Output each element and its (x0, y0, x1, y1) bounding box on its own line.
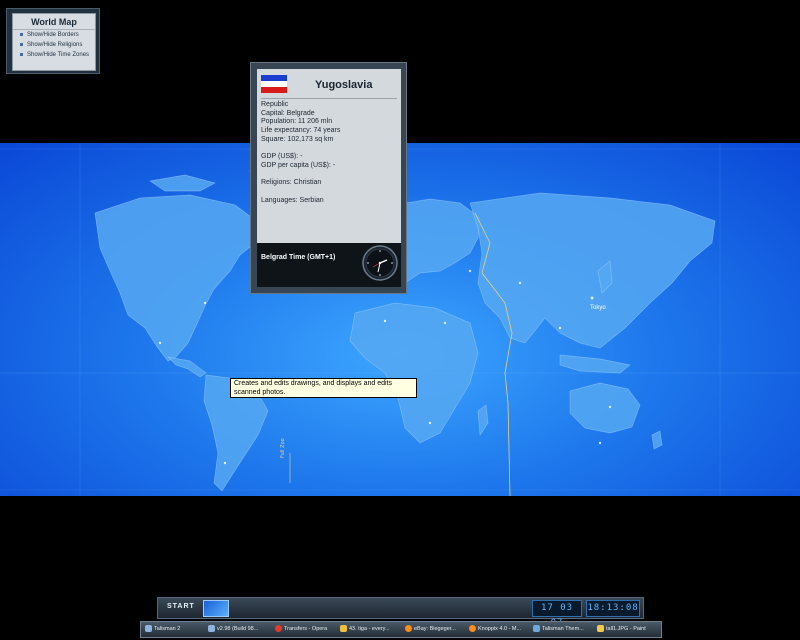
tooltip: Creates and edits drawings, and displays… (230, 378, 417, 398)
bullet-icon (20, 42, 23, 46)
bullet-icon (20, 52, 23, 56)
country-name: Yugoslavia (315, 79, 373, 91)
task-label: Knoppix 4.0 - M... (478, 626, 522, 632)
toggle-religions-link[interactable]: Show/Hide Religions (20, 40, 95, 50)
task-button[interactable]: 43. tiga - every... (340, 623, 402, 635)
opera-icon (275, 625, 282, 633)
folder-icon (208, 625, 215, 633)
taskbar: Talisman 2 v2.98 (Build 98... Transfers … (140, 621, 662, 638)
local-time-label: Belgrad Time (GMT+1) (261, 254, 336, 261)
city-label-tokyo: Tokyo (590, 305, 606, 311)
bullet-icon (20, 32, 23, 36)
world-map-icon[interactable] (203, 600, 229, 617)
world-map-widget: World Map Show/Hide Borders Show/Hide Re… (6, 8, 100, 74)
window-icon (533, 625, 540, 633)
fact-gdp: GDP (US$): - (261, 153, 303, 161)
world-map-widget-panel: World Map Show/Hide Borders Show/Hide Re… (12, 13, 96, 71)
fact-square: Square: 102,173 sq km (261, 135, 334, 143)
task-button[interactable]: Knoppix 4.0 - M... (469, 623, 531, 635)
local-time-bar: Belgrad Time (GMT+1) (257, 243, 401, 287)
date-display: 17 03 07 (532, 600, 582, 628)
time-display: 18:13:08 (586, 600, 640, 617)
task-button[interactable]: Talisman Them... (533, 623, 595, 635)
task-button[interactable]: tall1.JPG - Paint (597, 623, 659, 635)
toggle-time-zones-label: Show/Hide Time Zones (27, 52, 90, 58)
country-facts: Republic Capital: Belgrade Population: 1… (261, 101, 340, 205)
fact-capital: Capital: Belgrade (261, 109, 315, 117)
country-info-panel: Yugoslavia Republic Capital: Belgrade Po… (250, 62, 407, 294)
divider (261, 98, 397, 99)
dock-bar: START 17 03 07 18:13:08 (157, 597, 644, 628)
music-icon (340, 625, 347, 633)
fact-gdp-per-capita: GDP per capita (US$): - (261, 161, 336, 169)
map-side-label: Full Zoo (280, 438, 286, 458)
task-button[interactable]: Transfers - Opera (275, 623, 337, 635)
clock-icon (362, 245, 398, 281)
task-label: Talisman 2 (154, 626, 181, 632)
firefox-icon (469, 625, 476, 633)
fact-spacer (261, 171, 340, 180)
fact-religions: Religions: Christian (261, 179, 322, 187)
toggle-religions-label: Show/Hide Religions (27, 42, 83, 48)
country-info-card: Yugoslavia Republic Capital: Belgrade Po… (257, 69, 401, 287)
fact-government: Republic (261, 101, 289, 108)
time-value: 18:13:08 (587, 603, 639, 613)
fact-spacer (261, 188, 340, 197)
toggle-borders-label: Show/Hide Borders (27, 32, 79, 38)
task-label: eBay: Biegeger... (414, 626, 456, 632)
task-label: tall1.JPG - Paint (606, 626, 646, 632)
task-label: Talisman Them... (542, 626, 584, 632)
task-button[interactable]: eBay: Biegeger... (405, 623, 467, 635)
task-button[interactable]: v2.98 (Build 98... (208, 623, 272, 635)
start-button[interactable]: START (167, 603, 195, 610)
toggle-time-zones-link[interactable]: Show/Hide Time Zones (20, 50, 95, 60)
fact-languages: Languages: Serbian (261, 196, 324, 204)
task-button[interactable]: Talisman 2 (145, 623, 205, 635)
toggle-borders-link[interactable]: Show/Hide Borders (20, 30, 95, 40)
task-label: 43. tiga - every... (349, 626, 390, 632)
widget-title: World Map (13, 14, 95, 30)
paint-icon (597, 625, 604, 633)
task-label: Transfers - Opera (284, 626, 328, 632)
fact-spacer (261, 144, 340, 153)
fact-population: Population: 11 206 mln (261, 118, 333, 126)
folder-icon (145, 625, 152, 633)
fact-life-expectancy: Life expectancy: 74 years (261, 127, 341, 135)
task-label: v2.98 (Build 98... (217, 626, 259, 632)
flag-icon (261, 75, 287, 93)
firefox-icon (405, 625, 412, 633)
